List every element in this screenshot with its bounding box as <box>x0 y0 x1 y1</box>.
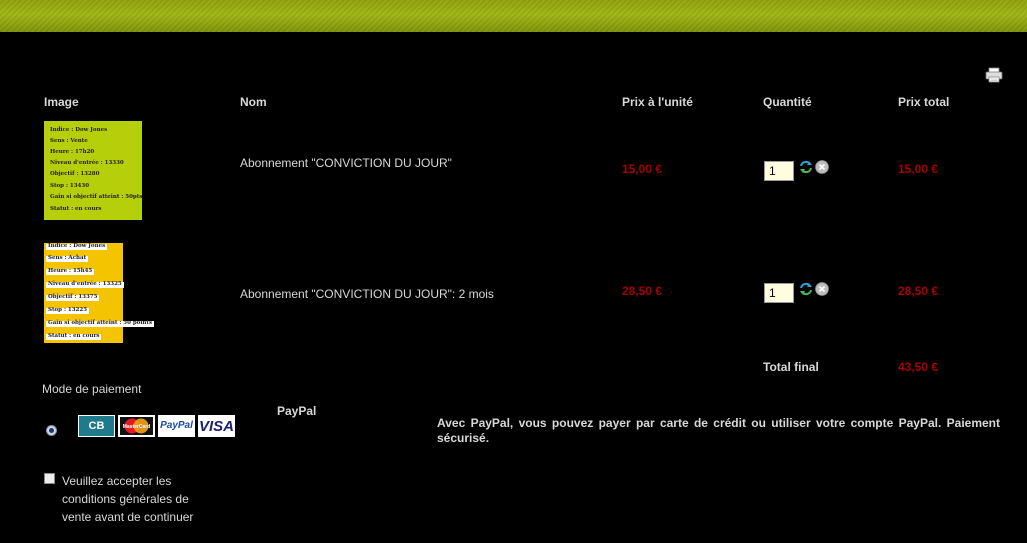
terms-label: Veuillez accepter les conditions général… <box>62 474 194 524</box>
thumb-line: Objectif : 13375 <box>46 294 100 301</box>
thumb-line: Niveau d'entrée : 13325 <box>46 281 124 288</box>
payment-mode-title: Mode de paiement <box>42 382 142 396</box>
mastercard-logo: MasterCard <box>120 417 153 435</box>
column-header-image: Image <box>44 95 79 109</box>
quantity-input[interactable] <box>764 161 794 181</box>
thumb-line: Statut : en cours <box>46 333 102 340</box>
payment-description: Avec PayPal, vous pouvez payer par carte… <box>437 416 1000 445</box>
column-header-name: Nom <box>240 95 267 109</box>
column-header-total-price: Prix total <box>898 95 950 109</box>
total-label: Total final <box>763 360 819 374</box>
product-name: Abonnement "CONVICTION DU JOUR": 2 mois <box>240 287 494 301</box>
grand-total: 43,50 € <box>898 360 939 374</box>
product-thumbnail[interactable]: Indice : Dow Jones Sens : Vente Heure : … <box>44 121 142 220</box>
thumb-line: Stop : 13430 <box>50 183 90 189</box>
cb-card-icon: CB <box>78 415 115 437</box>
top-banner <box>0 0 1027 32</box>
thumb-line: Sens : Vente <box>50 138 88 144</box>
refresh-icon[interactable] <box>799 282 813 296</box>
total-price: 28,50 € <box>898 284 939 298</box>
svg-text:MasterCard: MasterCard <box>123 424 151 430</box>
thumb-line: Sens : Achat <box>46 255 89 262</box>
total-price: 15,00 € <box>898 162 939 176</box>
unit-price: 28,50 € <box>622 284 663 298</box>
thumb-line: Gain si objectif atteint : 50 points <box>46 320 155 327</box>
thumb-line: Stop : 13225 <box>46 307 90 314</box>
unit-price: 15,00 € <box>622 162 663 176</box>
column-header-unit-price: Prix à l'unité <box>622 95 693 109</box>
payment-radio-paypal[interactable] <box>46 425 57 436</box>
visa-card-icon: VISA <box>198 415 235 437</box>
print-icon[interactable] <box>985 67 1003 83</box>
mastercard-icon: MasterCard <box>118 415 155 437</box>
thumb-line: Heure : 15h45 <box>46 268 95 275</box>
thumb-line: Indice : Dow Jones <box>46 243 108 250</box>
delete-icon[interactable] <box>815 160 829 174</box>
terms-checkbox[interactable] <box>44 473 55 484</box>
payment-method-name: PayPal <box>277 404 317 418</box>
paypal-card-icon: PayPal <box>158 415 195 437</box>
thumb-line: Gain si objectif atteint : 50pts <box>50 194 143 200</box>
product-thumbnail[interactable]: Indice : Dow Jones Sens : Achat Heure : … <box>44 243 155 343</box>
thumb-line: Statut : en cours <box>50 206 102 212</box>
thumb-line: Heure : 17h20 <box>50 149 95 155</box>
thumb-line: Objectif : 13280 <box>50 171 100 177</box>
thumb-line: Indice : Dow Jones <box>50 127 108 133</box>
quantity-input[interactable] <box>764 283 794 303</box>
product-name: Abonnement "CONVICTION DU JOUR" <box>240 156 452 170</box>
refresh-icon[interactable] <box>799 160 813 174</box>
thumb-line: Niveau d'entrée : 13330 <box>50 160 124 166</box>
delete-icon[interactable] <box>815 282 829 296</box>
column-header-quantity: Quantité <box>763 95 812 109</box>
